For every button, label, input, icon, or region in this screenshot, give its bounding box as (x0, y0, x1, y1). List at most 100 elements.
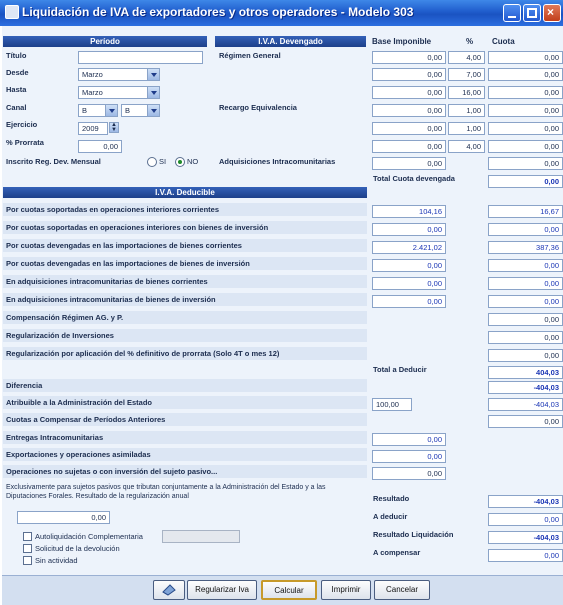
close-button[interactable]: × (543, 4, 561, 22)
prorrata-input[interactable]: 0,00 (78, 140, 122, 153)
devolucion-label: Solicitud de la devolución (35, 544, 120, 553)
desde-select[interactable]: Marzo (78, 68, 160, 81)
imprimir-button[interactable]: Imprimir (321, 580, 371, 600)
a-compensar-label: A compensar (373, 548, 421, 557)
deducible-header: I.V.A. Deducible (3, 187, 367, 198)
dev-base-6[interactable]: 0,00 (372, 140, 446, 153)
ded-base-2[interactable]: 0,00 (372, 223, 446, 236)
periodo-header: Período (3, 36, 207, 47)
minimize-button[interactable] (503, 4, 521, 22)
ejercicio-label: Ejercicio (6, 120, 38, 129)
radio-si[interactable] (147, 157, 157, 167)
regularizacion-value[interactable]: 0,00 (17, 511, 110, 524)
a-compensar-value: 0,00 (488, 549, 563, 562)
window-titlebar: Liquidación de IVA de exportadores y otr… (0, 0, 563, 26)
prorrata-label: % Prorrata (6, 138, 44, 147)
ded-base-4[interactable]: 0,00 (372, 259, 446, 272)
ejercicio-spinner[interactable]: ▲ ▼ (109, 122, 119, 133)
dev-base-7[interactable]: 0,00 (372, 157, 446, 170)
titulo-label: Título (6, 51, 27, 60)
no-sujetas-value[interactable]: 0,00 (372, 467, 446, 480)
col-pct: % (466, 37, 474, 46)
hasta-select[interactable]: Marzo (78, 86, 160, 99)
hasta-label: Hasta (6, 85, 27, 94)
adquisiciones-label: Adquisiciones Intracomunitarias (219, 157, 336, 166)
ded-cuota-2: 0,00 (488, 223, 563, 236)
entregas-value[interactable]: 0,00 (372, 433, 446, 446)
dev-cuota-1: 0,00 (488, 51, 563, 64)
dev-base-3[interactable]: 0,00 (372, 86, 446, 99)
canal-select-2[interactable]: B (121, 104, 160, 117)
dev-cuota-7: 0,00 (488, 157, 563, 170)
deducible-label-2: Por cuotas soportadas en operaciones int… (6, 223, 269, 232)
devolucion-checkbox[interactable] (23, 544, 32, 553)
col-base-imponible: Base Imponible (372, 37, 432, 46)
ejercicio-input[interactable]: 2009 (78, 122, 108, 135)
deducible-label-7: Compensación Régimen AG. y P. (6, 313, 124, 322)
regularizacion-nota: Exclusivamente para sujetos pasivos que … (6, 484, 326, 500)
dev-base-2[interactable]: 0,00 (372, 68, 446, 81)
dev-base-5[interactable]: 0,00 (372, 122, 446, 135)
total-deducir-label: Total a Deducir (373, 365, 427, 374)
ded-cuota-3: 387,36 (488, 241, 563, 254)
total-devengada-value: 0,00 (488, 175, 563, 188)
dev-pct-6[interactable]: 4,00 (448, 140, 485, 153)
deducible-label-1: Por cuotas soportadas en operaciones int… (6, 205, 219, 214)
devengado-header: I.V.A. Devengado (215, 36, 366, 47)
atribuible-value: -404,03 (488, 398, 563, 411)
canal-select-1[interactable]: B (78, 104, 118, 117)
dev-pct-3[interactable]: 16,00 (448, 86, 485, 99)
complementaria-input[interactable] (162, 530, 240, 543)
atribuible-label: Atribuible a la Administración del Estad… (6, 398, 152, 407)
cuotas-compensar-value[interactable]: 0,00 (488, 415, 563, 428)
eraser-icon-button[interactable] (153, 580, 185, 600)
radio-no[interactable] (175, 157, 185, 167)
ded-cuota-4: 0,00 (488, 259, 563, 272)
cancelar-button[interactable]: Cancelar (374, 580, 430, 600)
exportaciones-value[interactable]: 0,00 (372, 450, 446, 463)
calcular-button[interactable]: Calcular (261, 580, 317, 600)
dev-pct-5[interactable]: 1,00 (448, 122, 485, 135)
titulo-input[interactable] (78, 51, 203, 64)
resultado-label: Resultado (373, 494, 410, 503)
total-deducir-value: 404,03 (488, 366, 563, 379)
ded-cuota-7: 0,00 (488, 313, 563, 326)
chevron-down-icon[interactable] (147, 69, 159, 80)
ded-cuota-6: 0,00 (488, 295, 563, 308)
a-deducir-value[interactable]: 0,00 (488, 513, 563, 526)
resultado-liquidacion-value: -404,03 (488, 531, 563, 544)
chevron-down-icon[interactable] (147, 105, 159, 116)
dev-base-4[interactable]: 0,00 (372, 104, 446, 117)
resultado-value: -404,03 (488, 495, 563, 508)
a-deducir-label: A deducir (373, 512, 408, 521)
radio-no-label: NO (187, 157, 199, 166)
maximize-button[interactable] (523, 4, 541, 22)
regularizar-iva-button[interactable]: Regularizar Iva (187, 580, 257, 600)
chevron-down-icon[interactable] (147, 87, 159, 98)
dev-cuota-4: 0,00 (488, 104, 563, 117)
ded-base-3[interactable]: 2.421,02 (372, 241, 446, 254)
dev-cuota-5: 0,00 (488, 122, 563, 135)
inscrito-label: Inscrito Reg. Dev. Mensual (6, 157, 101, 166)
eraser-icon (162, 584, 176, 596)
deducible-label-5: En adquisiciones intracomunitarias de bi… (6, 277, 208, 286)
autoliquidacion-checkbox[interactable] (23, 532, 32, 541)
no-sujetas-label: Operaciones no sujetas o con inversión d… (6, 467, 218, 476)
resultado-liquidacion-label: Resultado Liquidación (373, 530, 454, 539)
dev-pct-2[interactable]: 7,00 (448, 68, 485, 81)
window-title: Liquidación de IVA de exportadores y otr… (22, 5, 414, 19)
dev-pct-1[interactable]: 4,00 (448, 51, 485, 64)
ded-base-6[interactable]: 0,00 (372, 295, 446, 308)
chevron-down-icon[interactable] (105, 105, 117, 116)
dev-base-1[interactable]: 0,00 (372, 51, 446, 64)
ded-base-5[interactable]: 0,00 (372, 277, 446, 290)
sin-actividad-checkbox[interactable] (23, 556, 32, 565)
dev-pct-4[interactable]: 1,00 (448, 104, 485, 117)
atribuible-pct[interactable]: 100,00 (372, 398, 412, 411)
deducible-label-6: En adquisiciones intracomunitarias de bi… (6, 295, 216, 304)
diferencia-value: -404,03 (488, 381, 563, 394)
ded-base-1[interactable]: 104,16 (372, 205, 446, 218)
deducible-label-4: Por cuotas devengadas en las importacion… (6, 259, 250, 268)
exportaciones-label: Exportaciones y operaciones asimiladas (6, 450, 151, 459)
ded-cuota-1: 16,67 (488, 205, 563, 218)
